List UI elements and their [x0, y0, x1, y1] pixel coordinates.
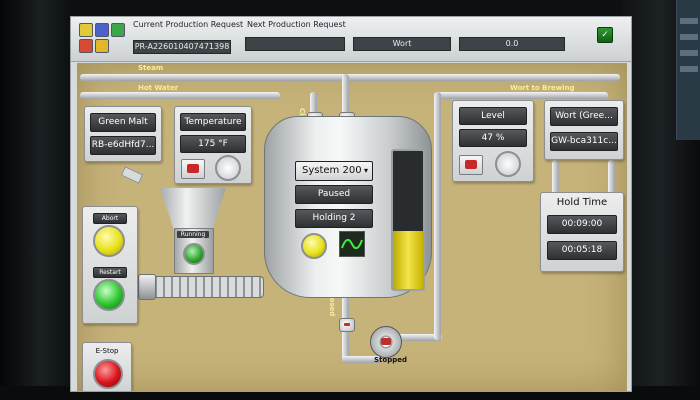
tank-status: Paused: [295, 185, 373, 204]
temperature-panel: Temperature 175 °F: [174, 106, 252, 184]
level-panel: Level 47 %: [452, 100, 534, 182]
tool-icon[interactable]: [95, 23, 109, 37]
level-gauge-icon: [495, 151, 521, 177]
restart-label: Restart: [93, 267, 127, 278]
hold-time-remaining: 00:05:18: [547, 241, 617, 260]
abort-label: Abort: [93, 213, 127, 224]
wort-return-pipe: [434, 92, 441, 340]
monitor-bezel-left: [0, 0, 75, 400]
temperature-label: Temperature: [180, 113, 246, 131]
current-request-label: Current Production Request: [133, 20, 244, 29]
hammer-icon: [120, 166, 144, 184]
tool-icon[interactable]: [95, 39, 109, 53]
next-request-product[interactable]: Wort: [353, 37, 451, 51]
current-request-field[interactable]: PR-A226010407471398: [133, 40, 231, 54]
trend-icon[interactable]: [339, 231, 365, 257]
level-value: 47 %: [459, 129, 527, 147]
control-panel: Abort Restart: [82, 206, 138, 324]
tool-icon[interactable]: [111, 23, 125, 37]
estop-button[interactable]: [93, 359, 123, 389]
steam-pipe: [80, 74, 620, 81]
next-request-field[interactable]: [245, 37, 345, 51]
material-panel: Green Malt RB-e6dHfd7...: [84, 106, 162, 162]
heater-icon[interactable]: [459, 155, 483, 175]
material-name: Green Malt: [90, 113, 156, 132]
wort-to-brewing-label: Wort to Brewing: [510, 84, 575, 92]
estop-panel: E-Stop: [82, 342, 132, 391]
hot-water-label: Hot Water: [138, 84, 179, 92]
tank-step: Holding 2: [295, 209, 373, 228]
heater-glyph: [465, 160, 477, 169]
abort-button[interactable]: [93, 225, 125, 257]
wort-to-brewing-pipe: [436, 92, 608, 99]
adjacent-screen-line: [680, 66, 698, 72]
next-request-quantity[interactable]: 0.0: [459, 37, 565, 51]
chevron-down-icon: ▾: [363, 166, 368, 175]
temperature-value: 175 °F: [180, 135, 246, 153]
wort-panel: Wort (Gree... GW-bca311c...: [544, 100, 624, 160]
hopper-status: Running: [177, 231, 209, 238]
hot-water-pipe: [80, 92, 280, 99]
tank-yellow-lamp: [301, 233, 327, 259]
system-select-value: System 200: [302, 165, 362, 176]
hopper-chute: Running: [174, 228, 214, 274]
hold-time-panel: Hold Time 00:09:00 00:05:18: [540, 192, 624, 272]
tank-level-fill: [393, 231, 423, 289]
outlet-valve-icon[interactable]: [339, 318, 355, 332]
tank-level-bar: [391, 149, 425, 291]
heater-glyph: [187, 164, 199, 173]
system-select[interactable]: System 200 ▾: [295, 161, 373, 181]
mash-tank: System 200 ▾ Paused Holding 2: [264, 116, 432, 298]
heater-icon[interactable]: [181, 159, 205, 179]
confirm-check-icon[interactable]: ✓: [597, 27, 613, 43]
estop-label: E-Stop: [95, 347, 119, 355]
trend-wave: [341, 238, 363, 250]
process-canvas: Steam Hot Water Wort to Brewing Closed C…: [77, 63, 627, 391]
pump-status: Stopped: [374, 356, 407, 364]
adjacent-screen-line: [680, 34, 698, 40]
material-lot[interactable]: RB-e6dHfd7...: [90, 136, 156, 155]
next-request-label: Next Production Request: [247, 20, 346, 29]
hmi-window: Current Production Request PR-A226010407…: [70, 16, 632, 392]
wort-lot[interactable]: GW-bca311c...: [550, 132, 618, 151]
pump-icon[interactable]: [370, 326, 402, 358]
adjacent-screen: [676, 0, 700, 140]
screw-motor: [138, 274, 156, 300]
level-label: Level: [459, 107, 527, 125]
toolbar: Current Production Request PR-A226010407…: [71, 17, 631, 62]
adjacent-screen-line: [680, 50, 698, 56]
temperature-gauge-icon: [215, 155, 241, 181]
steam-label: Steam: [138, 64, 164, 72]
hopper-running-lamp: [183, 243, 205, 265]
tool-icon[interactable]: [79, 39, 93, 53]
wort-product: Wort (Gree...: [550, 107, 618, 126]
hold-time-title: Hold Time: [556, 197, 608, 208]
hold-time-elapsed: 00:09:00: [547, 215, 617, 234]
adjacent-screen-line: [680, 18, 698, 24]
tool-icon[interactable]: [79, 23, 93, 37]
hopper: [160, 188, 226, 232]
restart-button[interactable]: [93, 279, 125, 311]
